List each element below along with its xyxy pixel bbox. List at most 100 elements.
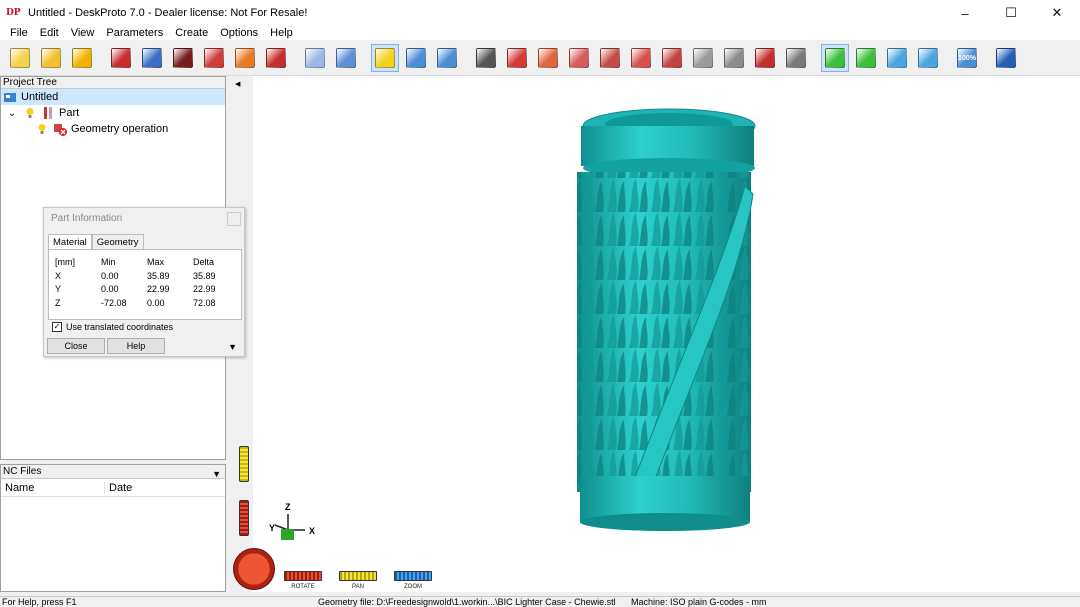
grid-cell: 0.00 (147, 297, 165, 308)
view-right-icon (600, 47, 620, 68)
rotate-vertical-slider[interactable] (239, 500, 249, 536)
minimize-button[interactable]: – (942, 0, 988, 26)
column-date[interactable]: Date (105, 482, 132, 494)
tree-item-untitled[interactable]: Untitled (1, 89, 225, 105)
expand-arrow-icon[interactable]: ▼ (228, 342, 237, 352)
menu-create[interactable]: Create (169, 26, 214, 40)
camera-icon (476, 47, 496, 68)
collapse-arrow-icon[interactable]: ◀ (235, 80, 240, 88)
menu-parameters[interactable]: Parameters (100, 26, 169, 40)
dropdown-arrow-icon[interactable]: ▼ (212, 467, 221, 481)
help-book-icon (996, 47, 1016, 68)
view-iso2-button[interactable] (720, 44, 748, 72)
close-window-button[interactable]: ✕ (1034, 0, 1080, 26)
rotate-view-button[interactable] (821, 43, 849, 72)
tab-geometry[interactable]: Geometry (91, 234, 144, 249)
tree-item-geometry-operation[interactable]: Geometry operation (1, 121, 225, 137)
cutter-button[interactable] (200, 44, 228, 72)
maximize-button[interactable]: ☐ (988, 0, 1034, 26)
zoom-100-button[interactable]: 100% (953, 44, 981, 72)
close-button[interactable]: Close (47, 338, 105, 354)
tree-item-label: Part (59, 107, 80, 119)
view-bottom-button[interactable] (658, 44, 686, 72)
zoom-in-button[interactable] (883, 44, 911, 72)
export-button[interactable] (262, 44, 290, 72)
grid-row-x: X 0.00 35.89 35.89 (49, 270, 241, 284)
translated-coordinates-option[interactable]: ✓ Use translated coordinates (52, 322, 173, 332)
pan-slider[interactable] (339, 571, 377, 581)
status-bar: For Help, press F1 Geometry file: D:\Fre… (0, 596, 1080, 607)
new-project-button[interactable] (6, 44, 34, 72)
add-operation-button[interactable] (138, 44, 166, 72)
pan-view-button[interactable] (852, 44, 880, 72)
tree-item-part[interactable]: ⌄ Part (1, 105, 225, 121)
search-icon (336, 47, 356, 68)
grid-cell: 0.00 (101, 270, 119, 281)
menu-options[interactable]: Options (214, 26, 264, 40)
rotate-dial[interactable] (233, 548, 275, 590)
grid-header: [mm] (55, 257, 75, 267)
nc-files-panel: NC Files ▼ Name Date (0, 464, 226, 592)
menu-help[interactable]: Help (264, 26, 299, 40)
axis-y-label: Y (269, 523, 276, 533)
view-top-icon (631, 47, 651, 68)
zoom-vertical-slider[interactable] (239, 446, 249, 482)
info-button[interactable] (371, 43, 399, 72)
grid-cell: 22.99 (193, 284, 216, 294)
grid-header: Max (147, 257, 165, 267)
menu-bar: File Edit View Parameters Create Options… (0, 26, 1080, 40)
view-left-button[interactable] (565, 44, 593, 72)
vector-operation-button[interactable] (169, 44, 197, 72)
view-front-button[interactable] (503, 44, 531, 72)
title-bar: DP Untitled - DeskProto 7.0 - Dealer lic… (0, 0, 1080, 26)
menu-file[interactable]: File (4, 26, 34, 40)
help-button[interactable]: Help (107, 338, 165, 354)
nc-files-columns: Name Date (1, 479, 225, 497)
dialog-title-bar[interactable]: Part Information (44, 208, 244, 230)
save-button[interactable] (68, 44, 96, 72)
view-back-button[interactable] (534, 44, 562, 72)
axis-z-label: Z (285, 502, 291, 512)
lightbulb-icon[interactable] (23, 106, 37, 120)
view-right-button[interactable] (596, 44, 624, 72)
layout-icon (406, 47, 426, 68)
translated-coordinates-checkbox[interactable]: ✓ (52, 322, 62, 332)
camera-button[interactable] (472, 44, 500, 72)
status-help: For Help, press F1 (2, 597, 77, 607)
menu-view[interactable]: View (65, 26, 101, 40)
rotate-slider[interactable] (284, 571, 322, 581)
axis-x-label: X (309, 526, 316, 536)
grid-cell: 0.00 (101, 284, 119, 294)
open-folder-button[interactable] (37, 44, 65, 72)
chevron-down-icon[interactable]: ⌄ (5, 106, 19, 120)
menu-edit[interactable]: Edit (34, 26, 65, 40)
help-book-button[interactable] (992, 44, 1020, 72)
lightbulb-icon[interactable] (35, 122, 49, 136)
3d-viewport[interactable]: Z Y X (253, 76, 1080, 592)
render2-button[interactable] (782, 44, 810, 72)
zoom-window-button[interactable] (914, 44, 942, 72)
view-top-button[interactable] (627, 44, 655, 72)
render-button[interactable] (751, 44, 779, 72)
zoom-slider[interactable] (394, 571, 432, 581)
layout-button[interactable] (402, 44, 430, 72)
shape-button[interactable] (301, 44, 329, 72)
pan-label: PAN (352, 584, 364, 590)
preview-button[interactable] (433, 44, 461, 72)
nc-files-title: NC Files (3, 466, 42, 477)
grid-cell: -72.08 (101, 297, 127, 308)
new-part-button[interactable] (107, 44, 135, 72)
column-name[interactable]: Name (1, 481, 105, 494)
cutter-icon (204, 47, 224, 68)
tab-material[interactable]: Material (48, 234, 92, 249)
view-iso-button[interactable] (689, 44, 717, 72)
part-icon (41, 106, 55, 120)
dialog-close-icon[interactable] (227, 212, 241, 226)
nc-files-header[interactable]: NC Files ▼ (1, 465, 225, 479)
grid-cell: 35.89 (147, 270, 170, 281)
status-geometry-file: Geometry file: D:\Freedesignwold\1.worki… (318, 597, 616, 607)
d-operation-icon (235, 47, 255, 68)
search-button[interactable] (332, 44, 360, 72)
project-tree-header: Project Tree (1, 77, 225, 89)
d-operation-button[interactable] (231, 44, 259, 72)
